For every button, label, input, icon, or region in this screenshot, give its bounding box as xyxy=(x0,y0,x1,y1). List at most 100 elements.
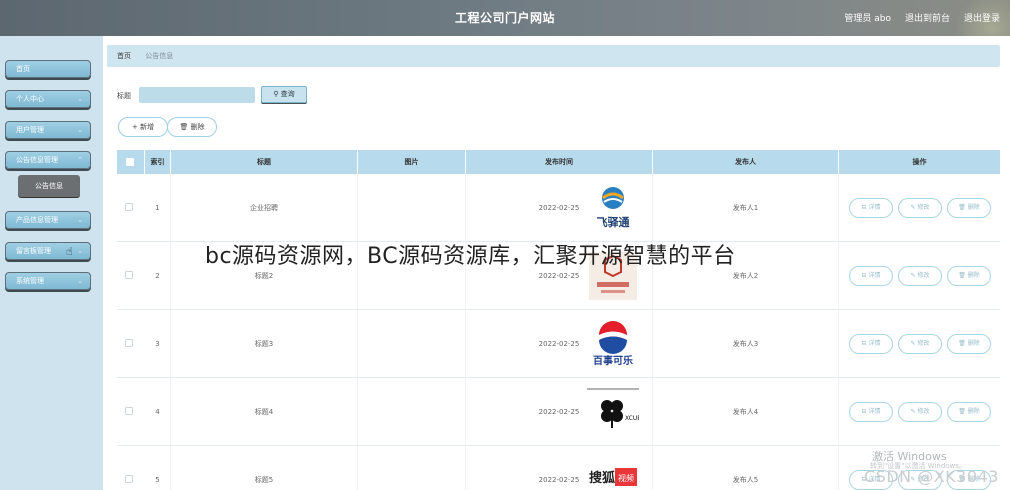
header-right: 管理员 abo 退出到前台 退出登录 xyxy=(844,11,1000,24)
table-header: 索引 标题 图片 发布时间 发布人 操作 xyxy=(117,150,1000,174)
detail-button[interactable]: ⊟ 详情 xyxy=(849,402,893,422)
row-delete-button[interactable]: 🗑 删除 xyxy=(947,266,991,286)
detail-button[interactable]: ⊟ 详情 xyxy=(849,198,893,218)
row-checkbox[interactable] xyxy=(125,203,133,211)
row-checkbox[interactable] xyxy=(125,407,133,415)
sidebar-item-label: 系统管理 xyxy=(16,277,44,285)
sidebar-item-personal[interactable]: 个人中心 ⌄ xyxy=(5,90,91,108)
add-button[interactable]: + 新增 xyxy=(118,117,168,137)
row-checkbox[interactable] xyxy=(125,475,133,483)
col-actions: 操作 xyxy=(912,158,927,166)
cell-image: 搜狐 视频 xyxy=(358,446,637,490)
edit-label: 修改 xyxy=(917,340,930,347)
cell-title: 标题3 xyxy=(171,310,358,378)
sidebar-item-home[interactable]: 首页 xyxy=(5,60,91,78)
search-icon: ⚲ xyxy=(273,90,281,98)
edit-button[interactable]: ✎ 修改 xyxy=(898,402,942,422)
row-checkbox[interactable] xyxy=(125,271,133,279)
detail-label: 详情 xyxy=(868,408,881,415)
sidebar-item-users[interactable]: 用户管理 ⌄ xyxy=(5,121,91,139)
cell-actions: ⊟ 详情 ✎ 修改 🗑 删除 xyxy=(839,310,1000,378)
sidebar-item-label: 首页 xyxy=(16,65,30,73)
sidebar-item-label: 留言板管理 xyxy=(16,247,51,255)
cell-date: 2022-02-25 xyxy=(466,378,653,446)
cell-date: 2022-02-25 xyxy=(466,174,653,242)
delete-button[interactable]: 🗑 删除 xyxy=(167,117,217,137)
logout-link[interactable]: 退出登录 xyxy=(964,11,1000,24)
edit-button[interactable]: ✎ 修改 xyxy=(898,198,942,218)
cell-index: 2 xyxy=(145,242,171,310)
table-row: 1 企业招聘 飞驿通 2022-02-25 发布人1 ⊟ 详情 ✎ 修改 🗑 删… xyxy=(117,174,1000,242)
cell-date: 2022-02-25 xyxy=(466,310,653,378)
site-watermark: bc源码资源网，BC源码资源库，汇聚开源智慧的平台 xyxy=(205,244,736,269)
row-checkbox[interactable] xyxy=(125,339,133,347)
detail-label: 详情 xyxy=(868,272,881,279)
sidebar-item-messages[interactable]: 留言板管理 ⌄ xyxy=(5,242,91,260)
detail-label: 详情 xyxy=(868,204,881,211)
edit-button[interactable]: ✎ 修改 xyxy=(898,334,942,354)
chevron-down-icon: ⌄ xyxy=(77,126,83,134)
chevron-down-icon: ⌄ xyxy=(77,277,83,285)
cell-title: 标题5 xyxy=(171,446,358,490)
search-label: 标题 xyxy=(117,92,131,100)
sidebar: 首页 个人中心 ⌄ 用户管理 ⌄ 公告信息管理 ⌃ 公告信息 产品信息管理 ⌄ … xyxy=(0,36,103,490)
delete-label: 删除 xyxy=(967,272,980,279)
chevron-down-icon: ⌄ xyxy=(77,247,83,255)
back-to-front-link[interactable]: 退出到前台 xyxy=(905,11,950,24)
cell-actions: ⊟ 详情 ✎ 修改 🗑 删除 xyxy=(839,378,1000,446)
delete-label: 删除 xyxy=(967,408,980,415)
table-row: 3 标题3 百事可乐 2022-02-25 发布人3 ⊟ 详情 ✎ 修改 🗑 删… xyxy=(117,310,1000,378)
detail-label: 详情 xyxy=(868,340,881,347)
sidebar-item-notices[interactable]: 公告信息管理 ⌃ xyxy=(5,151,91,169)
detail-button[interactable]: ⊟ 详情 xyxy=(849,266,893,286)
row-delete-button[interactable]: 🗑 删除 xyxy=(947,198,991,218)
hand-cursor-icon: ☝ xyxy=(66,245,73,258)
detail-button[interactable]: ⊟ 详情 xyxy=(849,334,893,354)
breadcrumb-current: 公告信息 xyxy=(145,52,174,60)
chevron-down-icon: ⌄ xyxy=(77,216,83,224)
trash-icon: 🗑 xyxy=(179,123,191,131)
edit-label: 修改 xyxy=(917,272,930,279)
search-button-label: 查询 xyxy=(280,90,295,98)
search-button[interactable]: ⚲ 查询 xyxy=(261,86,307,103)
sidebar-item-label: 个人中心 xyxy=(16,95,44,103)
cell-index: 4 xyxy=(145,378,171,446)
cell-actions: ⊟ 详情 ✎ 修改 🗑 删除 xyxy=(839,174,1000,242)
cell-image: 飞驿通 xyxy=(358,174,630,242)
cell-publisher: 发布人1 xyxy=(653,174,839,242)
top-header: 工程公司门户网站 管理员 abo 退出到前台 退出登录 xyxy=(0,0,1010,36)
cell-image: XCUE xyxy=(358,378,639,446)
row-delete-button[interactable]: 🗑 删除 xyxy=(947,334,991,354)
cell-publisher: 发布人3 xyxy=(653,310,839,378)
edit-label: 修改 xyxy=(917,408,930,415)
search-input[interactable] xyxy=(139,87,255,103)
row-delete-button[interactable]: 🗑 删除 xyxy=(947,402,991,422)
cell-publisher: 发布人4 xyxy=(653,378,839,446)
col-date: 发布时间 xyxy=(466,150,653,174)
edit-button[interactable]: ✎ 修改 xyxy=(898,266,942,286)
sidebar-item-label: 用户管理 xyxy=(16,126,44,134)
cell-publisher: 发布人5 xyxy=(653,446,839,490)
table-row: 4 标题4 XCUE 2022-02-25 发布人4 ⊟ 详情 ✎ 修改 🗑 删… xyxy=(117,378,1000,446)
cell-date: 2022-02-25 xyxy=(466,446,653,490)
csdn-watermark: CSDN @XK3043 xyxy=(864,467,999,486)
delete-label: 删除 xyxy=(967,340,980,347)
cell-actions: ⊟ 详情 ✎ 修改 🗑 删除 xyxy=(839,242,1000,310)
col-title: 标题 xyxy=(171,150,358,174)
breadcrumb-home[interactable]: 首页 xyxy=(117,52,131,60)
cell-index: 3 xyxy=(145,310,171,378)
cell-index: 5 xyxy=(145,446,171,490)
sidebar-item-label: 产品信息管理 xyxy=(16,216,58,224)
col-index: 索引 xyxy=(145,150,171,174)
sidebar-item-products[interactable]: 产品信息管理 ⌄ xyxy=(5,211,91,229)
select-all-checkbox[interactable] xyxy=(126,158,134,166)
sidebar-subitem-notice-info[interactable]: 公告信息 xyxy=(18,175,80,197)
sidebar-item-system[interactable]: 系统管理 ⌄ xyxy=(5,272,91,290)
cell-title: 企业招聘 xyxy=(171,174,358,242)
cell-image: 百事可乐 xyxy=(358,310,633,378)
cell-index: 1 xyxy=(145,174,171,242)
edit-label: 修改 xyxy=(917,204,930,211)
cell-title: 标题4 xyxy=(171,378,358,446)
select-all-cell xyxy=(117,150,145,174)
breadcrumb: 首页 公告信息 xyxy=(107,45,1000,67)
